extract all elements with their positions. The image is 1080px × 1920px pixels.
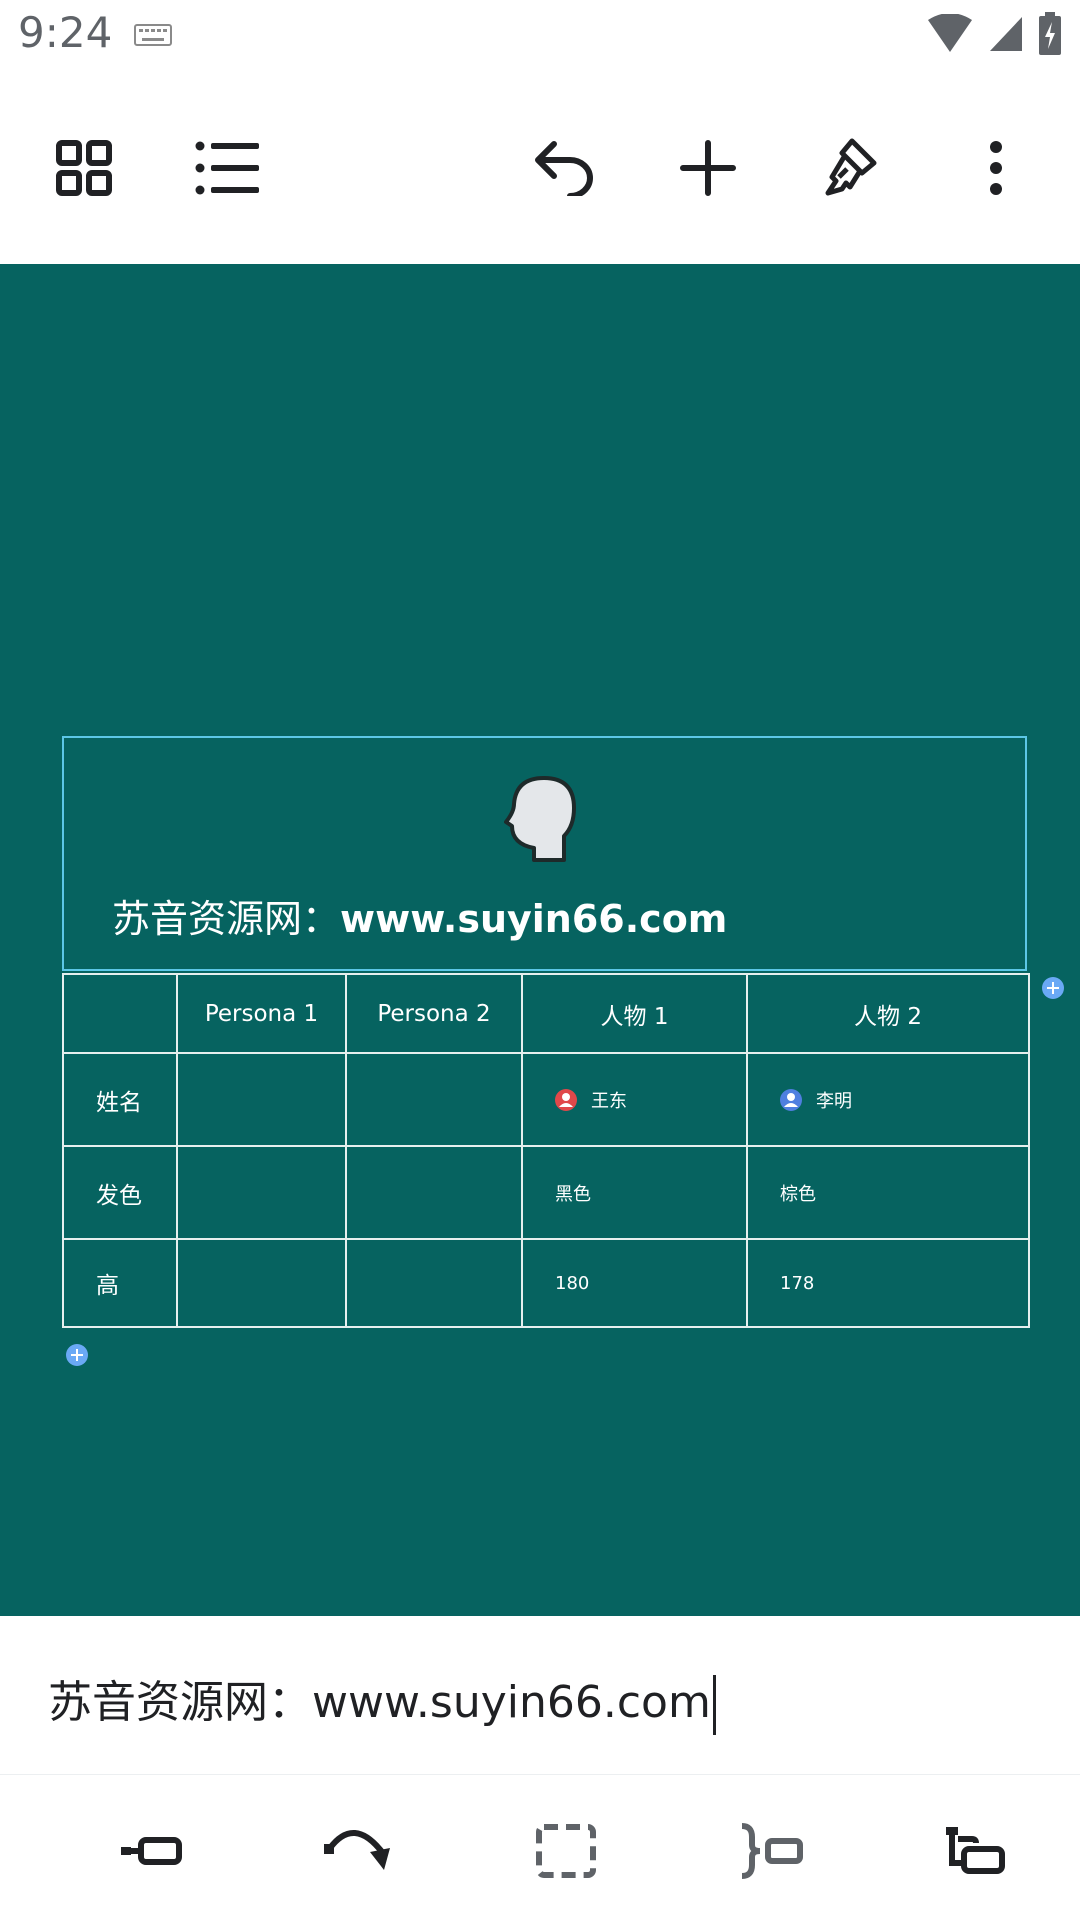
node-title: 苏音资源网：www.suyin66.com (112, 888, 727, 943)
row-label[interactable]: 发色 (62, 1145, 178, 1240)
table-row: 姓名 王东 李明 (62, 1052, 1030, 1147)
signal-icon (990, 17, 1022, 51)
add-icon (680, 140, 736, 196)
text-caret (712, 1675, 716, 1735)
person-avatar-icon (780, 1088, 802, 1111)
undo-button[interactable] (528, 132, 600, 204)
undo-icon (535, 141, 593, 196)
insert-subnode-button[interactable] (938, 1821, 1014, 1881)
summary-button[interactable] (732, 1821, 808, 1881)
keyboard-icon (134, 24, 172, 46)
table-cell[interactable]: 王东 (521, 1052, 748, 1147)
table-header-cell[interactable]: Persona 1 (176, 973, 347, 1054)
add-row-button[interactable] (66, 1344, 88, 1366)
table-row: 发色 黑色 棕色 (62, 1145, 1030, 1240)
insert-before-button[interactable] (114, 1821, 190, 1881)
table-header-cell[interactable]: 人物 1 (521, 973, 748, 1054)
node-text-input[interactable]: 苏音资源网：www.suyin66.com (48, 1666, 716, 1735)
node-title-cn: 苏音资源网： (112, 897, 341, 941)
format-paint-icon (825, 138, 877, 196)
table-cell[interactable]: 黑色 (521, 1145, 748, 1240)
wifi-icon (928, 14, 972, 52)
status-icons (926, 12, 1062, 56)
redo-arc-icon (324, 1829, 390, 1870)
outline-list-button[interactable] (192, 132, 264, 204)
more-vert-icon (990, 141, 1002, 195)
mind-map-canvas[interactable]: 苏音资源网：www.suyin66.com Persona 1 Persona … (0, 264, 1080, 1616)
person-name: 王东 (591, 1090, 627, 1112)
table-cell[interactable]: 180 (521, 1238, 748, 1328)
person-name: 李明 (816, 1090, 852, 1112)
node-left-icon (121, 1837, 182, 1865)
persona-table[interactable]: Persona 1 Persona 2 人物 1 人物 2 姓名 王东 李明 发… (62, 973, 1030, 1328)
more-options-button[interactable] (960, 132, 1032, 204)
table-row: 高 180 178 (62, 1238, 1030, 1328)
row-label[interactable]: 姓名 (62, 1052, 178, 1147)
table-cell[interactable] (345, 1145, 523, 1240)
table-cell[interactable]: 棕色 (746, 1145, 1030, 1240)
boundary-button[interactable] (528, 1821, 604, 1881)
battery-charging-icon (1039, 12, 1061, 55)
boundary-icon (536, 1824, 596, 1878)
bottom-toolbar (0, 1775, 1080, 1920)
relationship-button[interactable] (320, 1821, 396, 1881)
node-title-url: www.suyin66.com (340, 897, 728, 941)
table-cell[interactable] (176, 1238, 347, 1328)
add-column-button[interactable] (1042, 977, 1064, 999)
selected-node[interactable]: 苏音资源网：www.suyin66.com (62, 736, 1027, 971)
node-text-value: 苏音资源网：www.suyin66.com (48, 1677, 711, 1728)
sub-node-icon (946, 1827, 1005, 1874)
person-avatar-icon (555, 1088, 577, 1111)
table-cell[interactable] (176, 1052, 347, 1147)
status-time: 9:24 (18, 8, 113, 57)
grid-view-button[interactable] (48, 132, 120, 204)
table-cell[interactable]: 李明 (746, 1052, 1030, 1147)
table-header-cell[interactable] (62, 973, 178, 1054)
status-bar: 9:24 (0, 0, 1080, 72)
grid-view-icon (56, 140, 112, 196)
table-header-cell[interactable]: Persona 2 (345, 973, 523, 1054)
summary-icon (741, 1823, 803, 1879)
table-cell[interactable] (176, 1145, 347, 1240)
table-header-row: Persona 1 Persona 2 人物 1 人物 2 (62, 973, 1030, 1054)
top-toolbar (0, 72, 1080, 264)
table-cell[interactable] (345, 1238, 523, 1328)
list-icon (195, 141, 259, 195)
table-cell[interactable] (345, 1052, 523, 1147)
table-cell[interactable]: 178 (746, 1238, 1030, 1328)
row-label[interactable]: 高 (62, 1238, 178, 1328)
node-text-editor[interactable]: 苏音资源网：www.suyin66.com (0, 1616, 1080, 1775)
head-profile-icon (504, 776, 576, 862)
format-paint-button[interactable] (816, 132, 888, 204)
table-header-cell[interactable]: 人物 2 (746, 973, 1030, 1054)
add-button[interactable] (672, 132, 744, 204)
